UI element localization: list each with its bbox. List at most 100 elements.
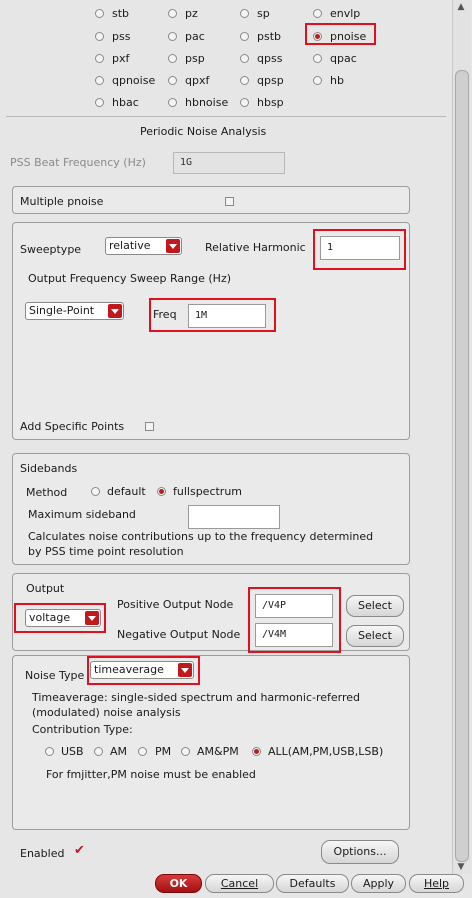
- multiple-pnoise-label: Multiple pnoise: [20, 195, 104, 208]
- max-sideband-label: Maximum sideband: [28, 508, 136, 521]
- analysis-label-qpxf: qpxf: [185, 74, 210, 87]
- sidebands-title: Sidebands: [20, 462, 78, 475]
- sweeptype-label: Sweeptype: [20, 243, 82, 256]
- analysis-radio-sp[interactable]: [240, 9, 249, 18]
- noise-type-select[interactable]: timeaverage: [90, 661, 194, 679]
- analysis-label-hbsp: hbsp: [257, 96, 284, 109]
- analysis-label-stb: stb: [112, 7, 130, 20]
- analysis-radio-qpsp[interactable]: [240, 76, 249, 85]
- analysis-label-pnoise: pnoise: [330, 30, 367, 43]
- chevron-down-icon: [85, 611, 99, 625]
- contribution-pm-radio[interactable]: [138, 747, 147, 756]
- method-default-radio[interactable]: [91, 487, 100, 496]
- sweeptype-select[interactable]: relative: [105, 237, 182, 255]
- cancel-button[interactable]: Cancel: [205, 874, 274, 893]
- chevron-down-icon: [178, 663, 192, 677]
- fmjitter-note: For fmjitter,PM noise must be enabled: [46, 768, 256, 781]
- negative-node-select-button[interactable]: Select: [346, 625, 404, 647]
- contribution-am-radio[interactable]: [94, 747, 103, 756]
- analysis-radio-pnoise[interactable]: [313, 32, 322, 41]
- noise-description-line1: Timeaverage: single-sided spectrum and h…: [32, 691, 361, 704]
- method-fullspectrum-radio[interactable]: [157, 487, 166, 496]
- analysis-label-pxf: pxf: [112, 52, 130, 65]
- analysis-label-qpsp: qpsp: [257, 74, 284, 87]
- sweep-range-value: Single-Point: [29, 304, 95, 317]
- analysis-radio-hbsp[interactable]: [240, 98, 249, 107]
- add-specific-points-checkbox[interactable]: [145, 422, 154, 431]
- analysis-label-psp: psp: [185, 52, 205, 65]
- scroll-up-icon[interactable]: ▲: [455, 2, 467, 12]
- defaults-button[interactable]: Defaults: [276, 874, 349, 893]
- sweep-range-select[interactable]: Single-Point: [25, 302, 124, 320]
- scrollbar-thumb[interactable]: [455, 70, 469, 862]
- contribution-pm-label: PM: [155, 745, 172, 758]
- contribution-ampm-label: AM&PM: [197, 745, 239, 758]
- analysis-radio-pz[interactable]: [168, 9, 177, 18]
- add-specific-points-label: Add Specific Points: [20, 420, 125, 433]
- freq-field[interactable]: 1M: [188, 304, 266, 328]
- analysis-radio-pss[interactable]: [95, 32, 104, 41]
- pss-beat-frequency-field: 1G: [173, 152, 285, 174]
- contribution-usb-radio[interactable]: [45, 747, 54, 756]
- positive-output-node-field[interactable]: /V4P: [255, 594, 333, 618]
- output-type-select[interactable]: voltage: [25, 609, 101, 627]
- contribution-all-radio[interactable]: [252, 747, 261, 756]
- output-title: Output: [26, 582, 65, 595]
- ok-button[interactable]: OK: [155, 874, 202, 893]
- help-button[interactable]: Help: [409, 874, 464, 893]
- analysis-label-pz: pz: [185, 7, 198, 20]
- output-type-value: voltage: [29, 611, 71, 624]
- contribution-usb-label: USB: [61, 745, 84, 758]
- chevron-down-icon: [166, 239, 180, 253]
- analysis-label-qpnoise: qpnoise: [112, 74, 156, 87]
- analysis-label-pstb: pstb: [257, 30, 282, 43]
- method-default-label: default: [107, 485, 146, 498]
- sidebands-note-line1: Calculates noise contributions up to the…: [28, 530, 374, 543]
- negative-output-node-field[interactable]: /V4M: [255, 623, 333, 647]
- analysis-radio-pstb[interactable]: [240, 32, 249, 41]
- analysis-radio-qpss[interactable]: [240, 54, 249, 63]
- analysis-radio-pxf[interactable]: [95, 54, 104, 63]
- section-title: Periodic Noise Analysis: [140, 125, 267, 138]
- freq-label: Freq: [153, 308, 177, 321]
- sweeptype-value: relative: [109, 239, 151, 252]
- analysis-label-sp: sp: [257, 7, 270, 20]
- analysis-label-pac: pac: [185, 30, 205, 43]
- options-button[interactable]: Options...: [321, 840, 399, 864]
- analysis-label-qpac: qpac: [330, 52, 357, 65]
- analysis-label-envlp: envlp: [330, 7, 361, 20]
- noise-type-value: timeaverage: [94, 663, 164, 676]
- noise-type-label: Noise Type: [25, 669, 85, 682]
- analysis-radio-stb[interactable]: [95, 9, 104, 18]
- relative-harmonic-field[interactable]: 1: [320, 236, 400, 260]
- method-fullspectrum-label: fullspectrum: [173, 485, 243, 498]
- max-sideband-field[interactable]: [188, 505, 280, 529]
- analysis-label-hbac: hbac: [112, 96, 139, 109]
- enabled-label: Enabled: [20, 847, 65, 860]
- analysis-radio-qpxf[interactable]: [168, 76, 177, 85]
- contribution-am-label: AM: [110, 745, 128, 758]
- analysis-radio-psp[interactable]: [168, 54, 177, 63]
- separator: [6, 116, 446, 117]
- analysis-radio-hbnoise[interactable]: [168, 98, 177, 107]
- scroll-down-icon[interactable]: ▼: [455, 862, 467, 872]
- contribution-ampm-radio[interactable]: [181, 747, 190, 756]
- analysis-label-pss: pss: [112, 30, 131, 43]
- pss-beat-frequency-label: PSS Beat Frequency (Hz): [10, 156, 146, 169]
- analysis-label-qpss: qpss: [257, 52, 283, 65]
- positive-node-select-button[interactable]: Select: [346, 595, 404, 617]
- enabled-checkmark-icon[interactable]: ✔: [74, 843, 85, 858]
- analysis-radio-pac[interactable]: [168, 32, 177, 41]
- method-label: Method: [26, 486, 68, 499]
- analysis-radio-qpac[interactable]: [313, 54, 322, 63]
- analysis-radio-hbac[interactable]: [95, 98, 104, 107]
- relative-harmonic-label: Relative Harmonic: [205, 241, 306, 254]
- analysis-label-hbnoise: hbnoise: [185, 96, 229, 109]
- analysis-radio-hb[interactable]: [313, 76, 322, 85]
- analysis-radio-qpnoise[interactable]: [95, 76, 104, 85]
- analysis-radio-envlp[interactable]: [313, 9, 322, 18]
- sidebands-note-line2: by PSS time point resolution: [28, 545, 184, 558]
- multiple-pnoise-checkbox[interactable]: [225, 197, 234, 206]
- positive-output-node-label: Positive Output Node: [117, 598, 234, 611]
- apply-button[interactable]: Apply: [351, 874, 406, 893]
